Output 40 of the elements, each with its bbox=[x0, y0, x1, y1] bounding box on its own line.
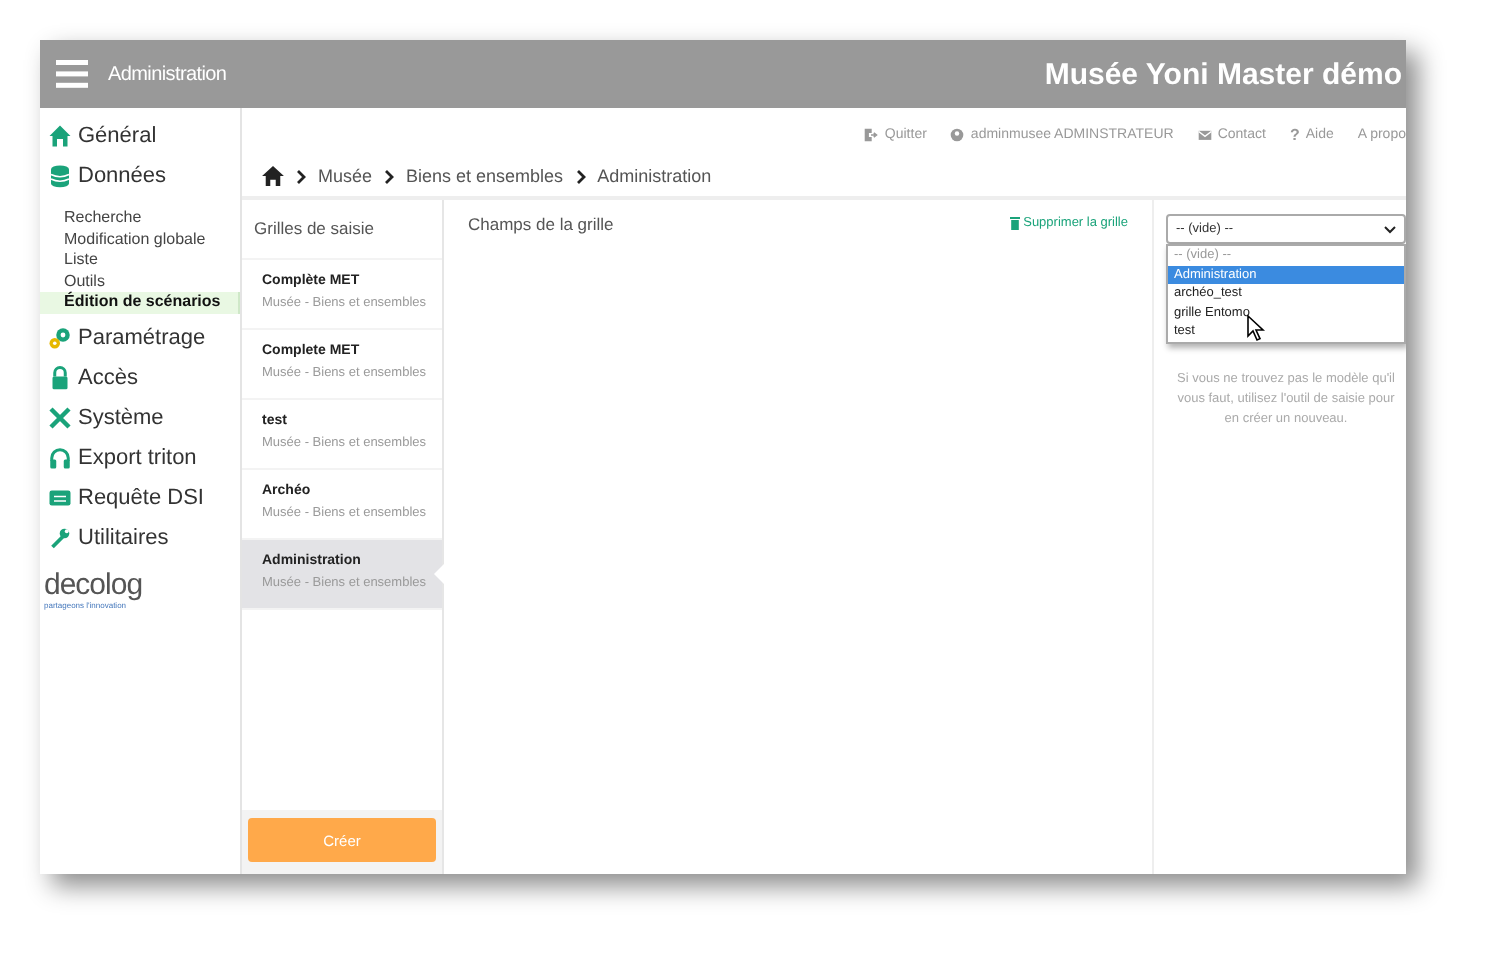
sidebar-subitem[interactable]: Outils bbox=[40, 271, 240, 292]
gears-icon bbox=[48, 325, 72, 349]
sidebar-item[interactable]: Données bbox=[40, 156, 240, 196]
tray-icon bbox=[48, 485, 72, 509]
breadcrumb-item[interactable]: Musée bbox=[318, 166, 373, 186]
home-icon[interactable] bbox=[262, 166, 284, 186]
exit-icon bbox=[864, 127, 879, 141]
sidebar-subitem[interactable]: Édition de scénarios bbox=[40, 292, 240, 313]
mail-icon bbox=[1197, 127, 1212, 141]
sidebar-item[interactable]: Export triton bbox=[40, 437, 240, 477]
section-title: Administration bbox=[108, 63, 227, 85]
sidebar-item[interactable]: Accès bbox=[40, 357, 240, 397]
sidebar-item[interactable]: Système bbox=[40, 397, 240, 437]
tools-icon bbox=[48, 405, 72, 429]
user-icon bbox=[950, 127, 965, 141]
sidebar-item[interactable]: Utilitaires bbox=[40, 517, 240, 557]
logo-wordmark: decolog bbox=[44, 569, 145, 599]
breadcrumb-item[interactable]: Administration bbox=[597, 166, 712, 186]
headset-icon bbox=[48, 445, 72, 469]
breadcrumb-item[interactable]: Biens et ensembles bbox=[406, 166, 564, 186]
menu-icon[interactable] bbox=[56, 60, 88, 88]
help-icon: ? bbox=[1289, 125, 1300, 143]
panel-title: Grilles de saisie bbox=[242, 200, 442, 258]
sidebar-item[interactable]: Paramétrage bbox=[40, 317, 240, 357]
trash-icon bbox=[1009, 216, 1020, 230]
sidebar-subitem[interactable]: Liste bbox=[40, 250, 240, 271]
sidebar-item[interactable]: Requête DSI bbox=[40, 477, 240, 517]
database-icon bbox=[48, 164, 72, 188]
chevron-icon bbox=[384, 169, 395, 183]
sidebar-subitem[interactable]: Recherche bbox=[40, 208, 240, 229]
chevron-icon bbox=[296, 169, 306, 183]
lock-icon bbox=[48, 365, 72, 389]
sidebar-subitem[interactable]: Modification globale bbox=[40, 229, 240, 250]
home-icon bbox=[48, 124, 72, 148]
app-title: Musée Yoni Master démo bbox=[1044, 57, 1404, 91]
caret-icon bbox=[1384, 225, 1396, 233]
wrench-icon bbox=[48, 525, 72, 549]
chevron-icon bbox=[575, 169, 586, 183]
panel-title: Champs de la grille bbox=[468, 214, 614, 238]
sidebar-item[interactable]: Général bbox=[40, 116, 240, 156]
